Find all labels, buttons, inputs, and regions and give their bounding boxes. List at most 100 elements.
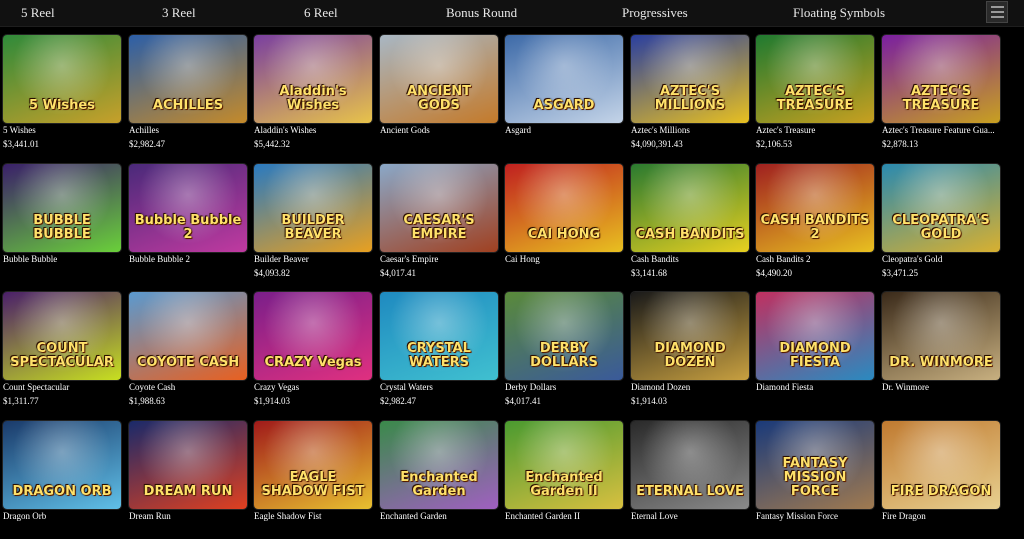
game-title[interactable]: Caesar's Empire [380, 254, 498, 264]
game-thumbnail[interactable]: Aladdin's Wishes [254, 35, 372, 123]
game-tile[interactable]: CAESAR'S EMPIRE Caesar's Empire $4,017.41 [380, 164, 498, 282]
game-title[interactable]: Crazy Vegas [254, 382, 372, 392]
game-tile[interactable]: DIAMOND DOZEN Diamond Dozen $1,914.03 [631, 292, 749, 410]
game-thumbnail[interactable]: BUBBLE BUBBLE [3, 164, 121, 252]
game-title[interactable]: Cleopatra's Gold [882, 254, 1000, 264]
game-title[interactable]: Dream Run [129, 511, 247, 521]
game-thumbnail[interactable]: COYOTE CASH [129, 292, 247, 380]
game-tile[interactable]: FANTASY MISSION FORCE Fantasy Mission For… [756, 421, 874, 539]
game-tile[interactable]: CLEOPATRA'S GOLD Cleopatra's Gold $3,471.2… [882, 164, 1000, 282]
game-tile[interactable]: DREAM RUN Dream Run [129, 421, 247, 539]
nav-5-reel[interactable]: 5 Reel [21, 5, 55, 21]
game-tile[interactable]: BUBBLE BUBBLE Bubble Bubble [3, 164, 121, 282]
game-title[interactable]: Eagle Shadow Fist [254, 511, 372, 521]
game-title[interactable]: Bubble Bubble 2 [129, 254, 247, 264]
game-tile[interactable]: ANCIENT GODS Ancient Gods [380, 35, 498, 153]
game-thumbnail[interactable]: AZTEC'S TREASURE [756, 35, 874, 123]
game-tile[interactable]: AZTEC'S TREASURE Aztec's Treasure Feature… [882, 35, 1000, 153]
game-thumbnail[interactable]: FIRE DRAGON [882, 421, 1000, 509]
game-title[interactable]: Enchanted Garden II [505, 511, 623, 521]
game-thumbnail[interactable]: DIAMOND FIESTA [756, 292, 874, 380]
game-tile[interactable]: DIAMOND FIESTA Diamond Fiesta [756, 292, 874, 410]
game-thumbnail[interactable]: CAESAR'S EMPIRE [380, 164, 498, 252]
game-thumbnail[interactable]: DR. WINMORE [882, 292, 1000, 380]
game-tile[interactable]: FIRE DRAGON Fire Dragon [882, 421, 1000, 539]
game-tile[interactable]: 5 Wishes 5 Wishes $3,441.01 [3, 35, 121, 153]
game-thumbnail[interactable]: ETERNAL LOVE [631, 421, 749, 509]
game-title[interactable]: Diamond Dozen [631, 382, 749, 392]
game-title[interactable]: Diamond Fiesta [756, 382, 874, 392]
game-title[interactable]: Bubble Bubble [3, 254, 121, 264]
game-thumbnail[interactable]: DIAMOND DOZEN [631, 292, 749, 380]
game-title[interactable]: Aztec's Treasure [756, 125, 874, 135]
game-thumbnail[interactable]: EAGLE SHADOW FIST [254, 421, 372, 509]
game-tile[interactable]: AZTEC'S MILLIONS Aztec's Millions $4,090,3… [631, 35, 749, 153]
game-tile[interactable]: EAGLE SHADOW FIST Eagle Shadow Fist [254, 421, 372, 539]
game-thumbnail[interactable]: COUNT SPECTACULAR [3, 292, 121, 380]
game-title[interactable]: Cash Bandits [631, 254, 749, 264]
game-thumbnail[interactable]: DREAM RUN [129, 421, 247, 509]
game-thumbnail[interactable]: AZTEC'S MILLIONS [631, 35, 749, 123]
nav-6-reel[interactable]: 6 Reel [304, 5, 338, 21]
game-tile[interactable]: CASH BANDITS 2 Cash Bandits 2 $4,490.20 [756, 164, 874, 282]
game-thumbnail[interactable]: CASH BANDITS 2 [756, 164, 874, 252]
nav-bonus-round[interactable]: Bonus Round [446, 5, 517, 21]
game-thumbnail[interactable]: DRAGON ORB [3, 421, 121, 509]
game-thumbnail[interactable]: BUILDER BEAVER [254, 164, 372, 252]
game-tile[interactable]: DRAGON ORB Dragon Orb [3, 421, 121, 539]
game-thumbnail[interactable]: CAI HONG [505, 164, 623, 252]
game-thumbnail[interactable]: Bubble Bubble 2 [129, 164, 247, 252]
game-thumbnail[interactable]: CRYSTAL WATERS [380, 292, 498, 380]
game-title[interactable]: Ancient Gods [380, 125, 498, 135]
game-thumbnail[interactable]: CRAZY Vegas [254, 292, 372, 380]
game-title[interactable]: Achilles [129, 125, 247, 135]
game-title[interactable]: Crystal Waters [380, 382, 498, 392]
game-tile[interactable]: Enchanted Garden Enchanted Garden [380, 421, 498, 539]
game-thumbnail[interactable]: 5 Wishes [3, 35, 121, 123]
game-thumbnail[interactable]: ASGARD [505, 35, 623, 123]
game-thumbnail[interactable]: CASH BANDITS [631, 164, 749, 252]
game-title[interactable]: Enchanted Garden [380, 511, 498, 521]
nav-3-reel[interactable]: 3 Reel [162, 5, 196, 21]
game-thumbnail[interactable]: DERBY DOLLARS [505, 292, 623, 380]
game-thumbnail[interactable]: Enchanted Garden [380, 421, 498, 509]
game-tile[interactable]: ETERNAL LOVE Eternal Love [631, 421, 749, 539]
game-tile[interactable]: CRAZY Vegas Crazy Vegas $1,914.03 [254, 292, 372, 410]
game-tile[interactable]: DR. WINMORE Dr. Winmore [882, 292, 1000, 410]
game-title[interactable]: Count Spectacular [3, 382, 121, 392]
game-title[interactable]: 5 Wishes [3, 125, 121, 135]
game-title[interactable]: Cai Hong [505, 254, 623, 264]
game-title[interactable]: Asgard [505, 125, 623, 135]
game-title[interactable]: Eternal Love [631, 511, 749, 521]
game-thumbnail[interactable]: Enchanted Garden II [505, 421, 623, 509]
game-thumbnail[interactable]: CLEOPATRA'S GOLD [882, 164, 1000, 252]
game-tile[interactable]: CRYSTAL WATERS Crystal Waters $2,982.47 [380, 292, 498, 410]
game-tile[interactable]: Bubble Bubble 2 Bubble Bubble 2 [129, 164, 247, 282]
game-tile[interactable]: CAI HONG Cai Hong [505, 164, 623, 282]
game-title[interactable]: Aztec's Treasure Feature Gua... [882, 125, 1000, 135]
game-title[interactable]: Fire Dragon [882, 511, 1000, 521]
game-thumbnail[interactable]: FANTASY MISSION FORCE [756, 421, 874, 509]
game-thumbnail[interactable]: AZTEC'S TREASURE [882, 35, 1000, 123]
game-thumbnail[interactable]: ACHILLES [129, 35, 247, 123]
game-tile[interactable]: AZTEC'S TREASURE Aztec's Treasure $2,106.5… [756, 35, 874, 153]
game-tile[interactable]: Enchanted Garden II Enchanted Garden II [505, 421, 623, 539]
nav-progressives[interactable]: Progressives [622, 5, 688, 21]
game-tile[interactable]: CASH BANDITS Cash Bandits $3,141.68 [631, 164, 749, 282]
game-thumbnail[interactable]: ANCIENT GODS [380, 35, 498, 123]
game-title[interactable]: Fantasy Mission Force [756, 511, 874, 521]
game-tile[interactable]: Aladdin's Wishes Aladdin's Wishes $5,442.3… [254, 35, 372, 153]
game-title[interactable]: Aladdin's Wishes [254, 125, 372, 135]
game-title[interactable]: Cash Bandits 2 [756, 254, 874, 264]
game-title[interactable]: Dragon Orb [3, 511, 121, 521]
game-title[interactable]: Aztec's Millions [631, 125, 749, 135]
game-tile[interactable]: COUNT SPECTACULAR Count Spectacular $1,311… [3, 292, 121, 410]
game-tile[interactable]: DERBY DOLLARS Derby Dollars $4,017.41 [505, 292, 623, 410]
nav-floating-symbols[interactable]: Floating Symbols [793, 5, 885, 21]
game-title[interactable]: Coyote Cash [129, 382, 247, 392]
game-title[interactable]: Derby Dollars [505, 382, 623, 392]
game-tile[interactable]: BUILDER BEAVER Builder Beaver $4,093.82 [254, 164, 372, 282]
game-tile[interactable]: ACHILLES Achilles $2,982.47 [129, 35, 247, 153]
game-tile[interactable]: ASGARD Asgard [505, 35, 623, 153]
game-tile[interactable]: COYOTE CASH Coyote Cash $1,988.63 [129, 292, 247, 410]
